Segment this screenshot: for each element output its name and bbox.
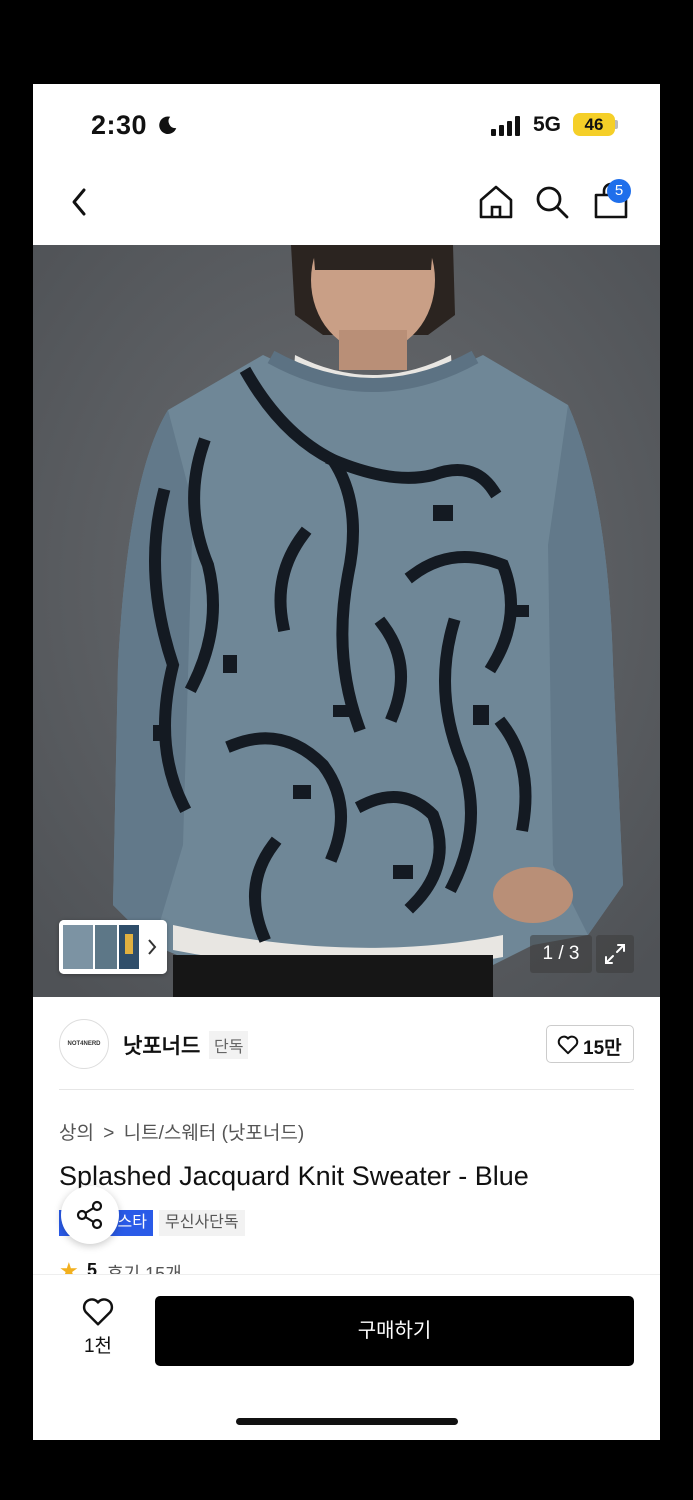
heart-icon <box>557 1035 579 1055</box>
gallery-thumbnail-strip[interactable] <box>59 920 167 974</box>
exclusive-badge: 무신사단독 <box>159 1210 245 1236</box>
battery-nub <box>615 120 618 129</box>
brand-like-button[interactable]: 15만 <box>546 1025 634 1063</box>
status-bar: 2:30 5G 46 <box>33 84 660 166</box>
star-icon: ★ <box>59 1260 79 1274</box>
rating-row[interactable]: ★ 5 후기 15개 <box>59 1260 359 1274</box>
product-title: Splashed Jacquard Knit Sweater - Blue <box>59 1161 529 1191</box>
brand-row: NOT4NERD 낫포너드 단독 15만 <box>33 997 660 1090</box>
heart-icon <box>82 1298 114 1326</box>
image-counter: 1 / 3 <box>530 935 592 973</box>
search-button[interactable] <box>530 180 574 224</box>
bottom-purchase-bar: 1천 구매하기 <box>33 1274 660 1440</box>
back-icon <box>72 188 86 216</box>
signal-icon <box>491 116 520 136</box>
breadcrumb-item-top[interactable]: 상의 <box>59 1123 94 1144</box>
status-time: 2:30 <box>91 110 148 140</box>
home-indicator <box>236 1418 458 1425</box>
share-icon <box>76 1200 103 1230</box>
home-button[interactable] <box>474 180 518 224</box>
breadcrumb: 상의 > 니트/스웨터 (낫포너드) <box>59 1118 304 1145</box>
wishlist-button[interactable]: 1천 <box>73 1297 123 1367</box>
breadcrumb-item-knit[interactable]: 니트/스웨터 (낫포너드) <box>124 1123 305 1144</box>
product-photo <box>33 245 660 997</box>
product-image-gallery[interactable]: 1 / 3 <box>33 245 660 997</box>
divider <box>59 1089 634 1090</box>
expand-icon <box>605 944 625 964</box>
breadcrumb-separator: > <box>103 1123 115 1144</box>
rating-score: 5 <box>87 1260 98 1274</box>
battery-level: 46 <box>573 113 615 136</box>
back-button[interactable] <box>57 180 101 224</box>
brand-like-count: 15만 <box>583 1038 622 1059</box>
moon-icon <box>159 116 177 134</box>
thumbnail-images <box>59 920 167 974</box>
home-icon <box>479 185 513 219</box>
wishlist-count: 1천 <box>83 1336 113 1357</box>
buy-button[interactable]: 구매하기 <box>155 1296 634 1366</box>
brand-exclusive-tag: 단독 <box>209 1031 249 1059</box>
expand-image-button[interactable] <box>596 935 634 973</box>
cart-count-badge: 5 <box>607 179 631 203</box>
app-screen: 2:30 5G 46 5 1 / 3 NOT4NERD 낫포너드 단독 15만 … <box>33 84 660 1440</box>
top-nav <box>33 166 660 244</box>
share-button[interactable] <box>61 1186 119 1244</box>
network-type: 5G <box>533 113 562 136</box>
review-count: 후기 15개 <box>107 1264 182 1274</box>
brand-name[interactable]: 낫포너드 <box>123 1030 200 1060</box>
search-icon <box>536 186 569 219</box>
brand-logo[interactable]: NOT4NERD <box>59 1019 109 1069</box>
